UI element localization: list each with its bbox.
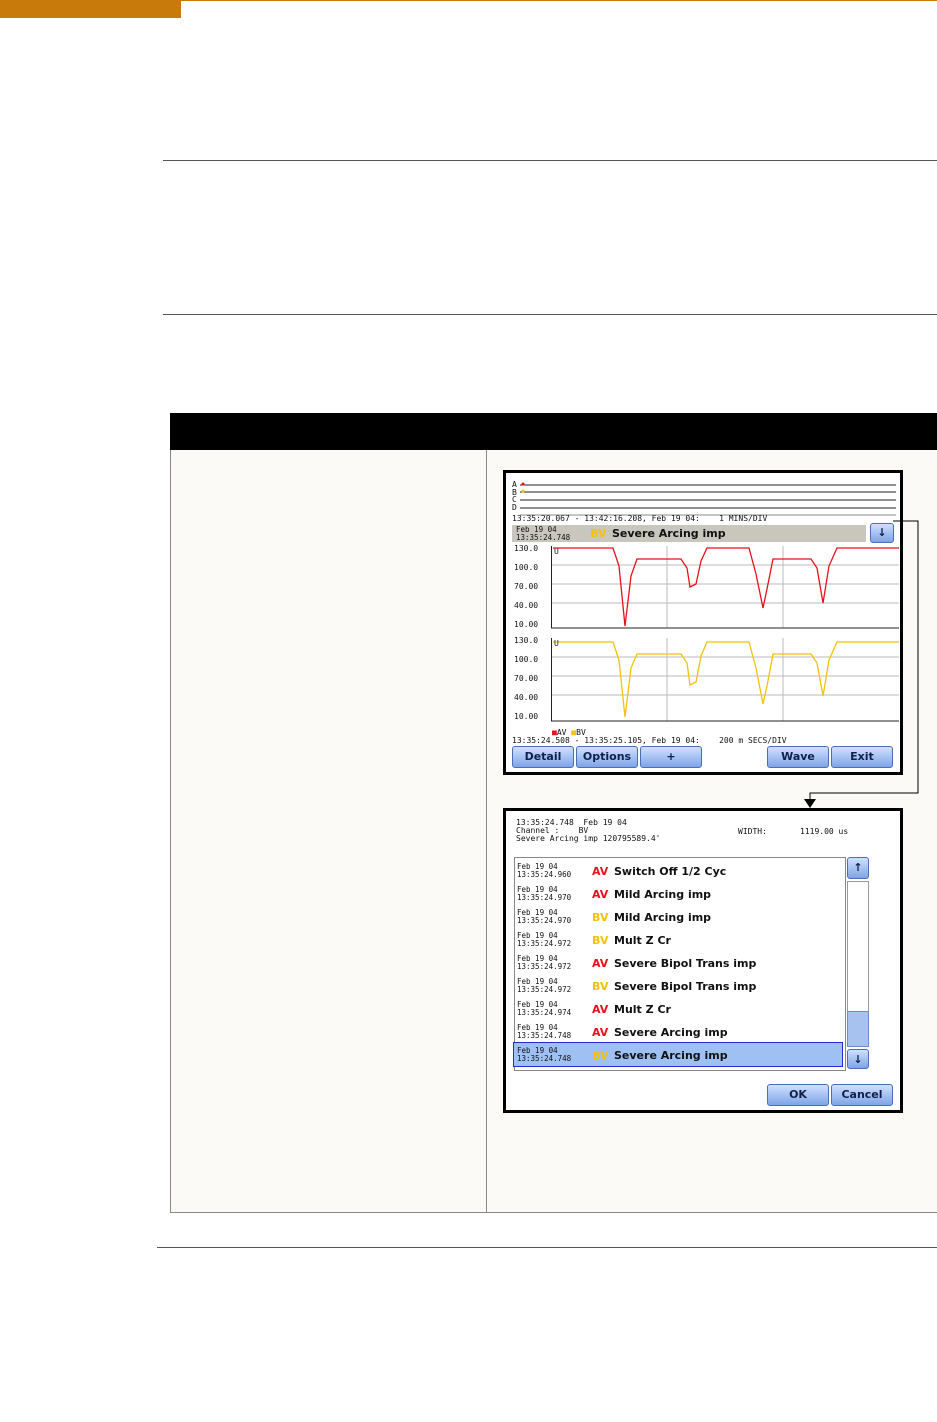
event-channel: AV xyxy=(592,1026,609,1039)
av-marker xyxy=(521,482,525,486)
event-datetime: Feb 19 04 13:35:24.972 xyxy=(517,955,571,971)
y-tick: 10.00 xyxy=(514,712,539,721)
list-item[interactable]: Feb 19 04 13:35:24.748 BV Severe Arcing im… xyxy=(513,1042,843,1067)
list-item[interactable]: Feb 19 04 13:35:24.748 AV Severe Arcing im… xyxy=(514,1020,842,1043)
y-tick: 70.00 xyxy=(514,674,539,683)
list-item[interactable]: Feb 19 04 13:35:24.960 AV Switch Off 1/2 C… xyxy=(514,859,842,882)
y-tick: 100.0 xyxy=(514,655,539,664)
y-tick: 40.00 xyxy=(514,693,539,702)
event-name: Severe Arcing imp xyxy=(614,1026,728,1039)
header-event: Severe Arcing imp 120795589.4' xyxy=(516,834,661,843)
event-datetime: Feb 19 04 13:35:24.748 xyxy=(517,1047,571,1063)
scroll-up-button[interactable]: ↑ xyxy=(847,857,869,879)
event-datetime: Feb 19 04 13:35:24.960 xyxy=(517,863,571,879)
divider xyxy=(157,1247,937,1248)
event-header: 13:35:24.748 Feb 19 04 Channel : BV Seve… xyxy=(516,819,661,843)
arrow-down-icon: ↓ xyxy=(853,1053,863,1066)
event-time: 13:35:24.970 xyxy=(517,893,572,902)
event-datetime: Feb 19 04 13:35:24.974 xyxy=(517,1001,571,1017)
event-name: Switch Off 1/2 Cyc xyxy=(614,865,727,878)
event-time: 13:35:24.972 xyxy=(517,939,572,948)
event-time: 13:35:24.972 xyxy=(517,962,572,971)
event-channel: BV xyxy=(592,911,609,924)
ok-button[interactable]: OK xyxy=(767,1084,829,1106)
width-value: 1119.00 us xyxy=(800,827,849,836)
list-item[interactable]: Feb 19 04 13:35:24.970 BV Mild Arcing imp xyxy=(514,905,842,928)
event-name: Mult Z Cr xyxy=(614,1003,671,1016)
event-time: 13:35:24.970 xyxy=(517,916,572,925)
event-name: Mild Arcing imp xyxy=(614,911,712,924)
width-label: WIDTH: xyxy=(738,827,767,836)
list-item[interactable]: Feb 19 04 13:35:24.974 AV Mult Z Cr xyxy=(514,997,842,1020)
y-tick: 100.0 xyxy=(514,563,539,572)
list-item[interactable]: Feb 19 04 13:35:24.972 BV Severe Bipol Tra… xyxy=(514,974,842,997)
event-time: 13:35:24.974 xyxy=(517,1008,572,1017)
top-rule xyxy=(181,0,937,1)
event-name: Severe Arcing imp xyxy=(614,1049,728,1062)
event-time: 13:35:24.748 xyxy=(517,1054,572,1063)
y-tick: 130.0 xyxy=(514,636,539,645)
scrollbar-thumb[interactable] xyxy=(847,1011,869,1047)
event-name: Severe Bipol Trans imp xyxy=(614,957,757,970)
event-datetime: Feb 19 04 13:35:24.972 xyxy=(517,978,571,994)
event-name: Severe Bipol Trans imp xyxy=(614,980,757,993)
event-datetime: Feb 19 04 13:35:24.970 xyxy=(517,886,571,902)
section-tab xyxy=(0,0,181,18)
zoom-in-button[interactable]: + xyxy=(640,746,702,768)
event-datetime: Feb 19 04 13:35:24.748 xyxy=(517,1024,571,1040)
arrow-up-icon: ↑ xyxy=(853,861,863,874)
unit-label: U xyxy=(554,639,559,648)
event-datetime: Feb 19 04 13:35:24.972 xyxy=(517,932,571,948)
list-item[interactable]: Feb 19 04 13:35:24.970 AV Mild Arcing imp xyxy=(514,882,842,905)
event-channel: AV xyxy=(592,1003,609,1016)
event-channel: AV xyxy=(592,957,609,970)
channel-labels: A B C D xyxy=(512,481,517,512)
event-list-screen: 13:35:24.748 Feb 19 04 Channel : BV Seve… xyxy=(503,808,903,1113)
overview-range: 13:35:20.067 - 13:42:16.208, Feb 19 04: … xyxy=(512,514,768,523)
event-datetime: Feb 19 04 13:35:24.748 xyxy=(516,526,570,542)
event-name: Mult Z Cr xyxy=(614,934,671,947)
y-tick: 130.0 xyxy=(514,544,539,553)
table-header xyxy=(170,413,937,450)
list-item[interactable]: Feb 19 04 13:35:24.972 BV Mult Z Cr xyxy=(514,928,842,951)
options-button[interactable]: Options xyxy=(576,746,638,768)
event-channel: AV xyxy=(592,888,609,901)
event-channel: BV xyxy=(592,1049,609,1062)
divider xyxy=(163,160,937,161)
y-tick: 40.00 xyxy=(514,601,539,610)
scroll-down-button[interactable]: ↓ xyxy=(847,1049,869,1069)
event-channel: AV xyxy=(592,865,609,878)
event-time: 13:35:24.960 xyxy=(517,870,572,879)
channel-d: D xyxy=(512,502,517,512)
event-time: 13:35:24.748 xyxy=(516,533,571,542)
y-tick: 70.00 xyxy=(514,582,539,591)
cancel-button[interactable]: Cancel xyxy=(831,1084,893,1106)
detail-button[interactable]: Detail xyxy=(512,746,574,768)
event-time: 13:35:24.972 xyxy=(517,985,572,994)
unit-label: U xyxy=(554,547,559,556)
event-channel: BV xyxy=(590,527,607,540)
y-tick: 10.00 xyxy=(514,620,539,629)
bv-marker xyxy=(521,489,525,493)
event-name: Severe Arcing imp xyxy=(612,527,726,540)
divider xyxy=(163,314,937,315)
event-datetime: Feb 19 04 13:35:24.970 xyxy=(517,909,571,925)
list-item[interactable]: Feb 19 04 13:35:24.972 AV Severe Bipol Tra… xyxy=(514,951,842,974)
event-channel: BV xyxy=(592,980,609,993)
event-name: Mild Arcing imp xyxy=(614,888,712,901)
column-divider xyxy=(486,450,487,1213)
detail-range: 13:35:24.508 - 13:35:25.105, Feb 19 04: … xyxy=(512,736,787,745)
event-channel: BV xyxy=(592,934,609,947)
event-time: 13:35:24.748 xyxy=(517,1031,572,1040)
connector-arrow xyxy=(804,520,919,808)
